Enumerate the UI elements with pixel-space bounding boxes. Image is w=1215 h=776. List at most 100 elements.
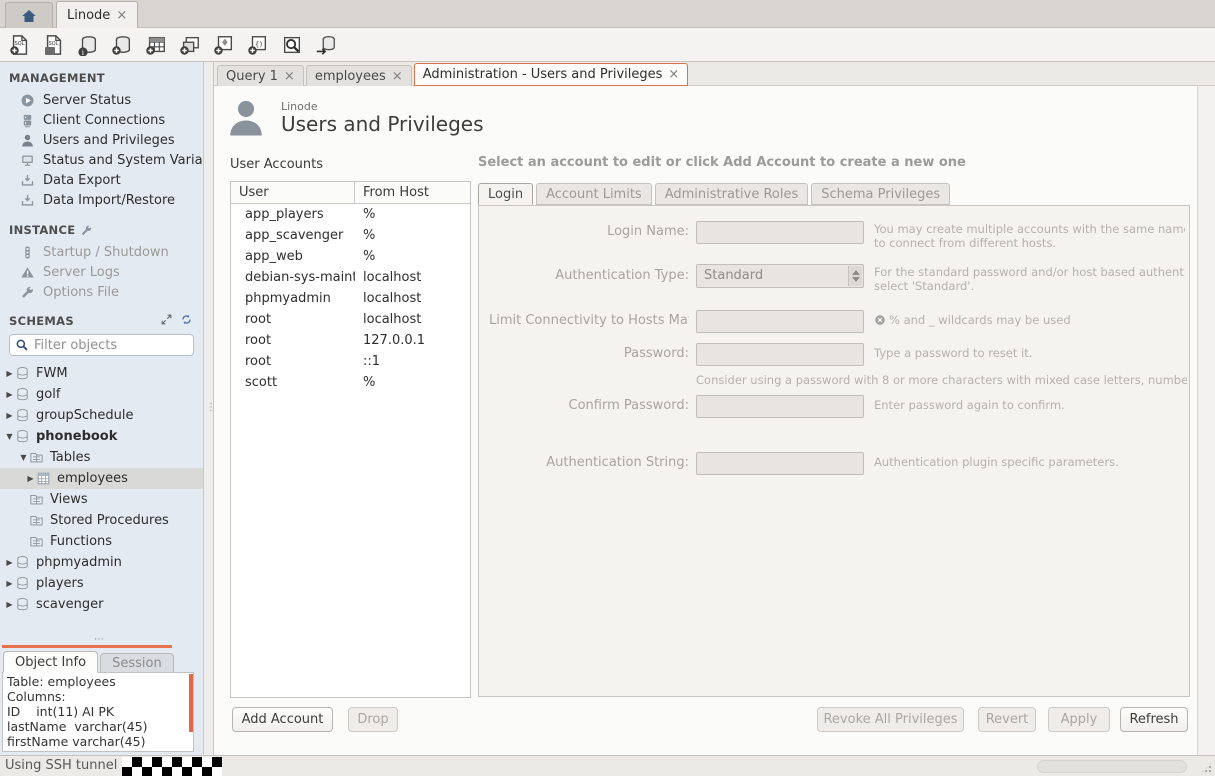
tab-account-limits: Account Limits — [536, 183, 652, 205]
tab-query-1[interactable]: Query 1× — [217, 65, 304, 86]
tab-session[interactable]: Session — [100, 653, 174, 673]
auth-type-value: Standard — [704, 268, 763, 283]
object-info-panel: Object Info Session Table: employeesColu… — [0, 645, 203, 755]
table-row[interactable]: root127.0.0.1 — [231, 330, 470, 351]
expand-schemas-icon[interactable] — [160, 313, 173, 326]
schema-tree-item-players[interactable]: ▶players — [0, 573, 203, 594]
reconnect-db-icon[interactable] — [312, 31, 339, 58]
table-row[interactable]: scott% — [231, 372, 470, 393]
expand-arrow-icon[interactable]: ▶ — [25, 474, 36, 483]
tree-item-label: phonebook — [36, 429, 117, 444]
expand-arrow-icon[interactable]: ▶ — [4, 600, 15, 609]
table-row[interactable]: rootlocalhost — [231, 309, 470, 330]
expand-arrow-icon[interactable]: ▶ — [4, 369, 15, 378]
table-create-icon[interactable] — [142, 31, 169, 58]
editor-tab-bar: Login Account Limits Administrative Role… — [478, 183, 953, 205]
schema-tree-item-fwm[interactable]: ▶FWM — [0, 363, 203, 384]
column-header-user[interactable]: User — [231, 182, 355, 203]
login-name-hint: You may create multiple accounts with th… — [874, 222, 1185, 250]
auth-type-label: Authentication Type: — [489, 268, 689, 283]
schema-tree-item-golf[interactable]: ▶golf — [0, 384, 203, 405]
main-scrollbar[interactable] — [1197, 86, 1215, 755]
document-tab-bar: Query 1× employees× Administration - Use… — [214, 62, 1215, 86]
schema-tree-item-phonebook[interactable]: ▼ phonebook — [0, 426, 203, 447]
sql-open-icon[interactable] — [40, 31, 67, 58]
refresh-schemas-icon[interactable] — [180, 313, 193, 326]
view-create-icon[interactable] — [176, 31, 203, 58]
procedure-create-icon[interactable] — [210, 31, 237, 58]
table-row[interactable]: app_scavenger% — [231, 225, 470, 246]
expand-arrow-icon[interactable]: ▶ — [4, 558, 15, 567]
tab-administration-users[interactable]: Administration - Users and Privileges× — [414, 63, 689, 86]
expand-arrow-icon[interactable]: ▶ — [4, 579, 15, 588]
table-row[interactable]: root::1 — [231, 351, 470, 372]
tab-administrative-roles: Administrative Roles — [655, 183, 809, 205]
object-info-scrollbar[interactable] — [189, 674, 193, 732]
resize-grip-icon[interactable] — [1200, 761, 1213, 774]
tab-label: Session — [112, 656, 162, 671]
auth-type-hint: For the standard password and/or host ba… — [874, 265, 1185, 293]
sidebar-item-server-status[interactable]: Server Status — [0, 90, 203, 110]
page-title: Users and Privileges — [281, 112, 484, 136]
close-icon[interactable]: × — [284, 69, 295, 84]
tree-item-label: Stored Procedures — [50, 513, 169, 528]
apply-button: Apply — [1048, 707, 1110, 732]
collapse-arrow-icon[interactable]: ▼ — [18, 453, 29, 462]
schema-tree-item-tables[interactable]: ▼Tables — [0, 447, 203, 468]
management-section-header: MANAGEMENT — [9, 71, 203, 85]
function-create-icon[interactable] — [244, 31, 271, 58]
collapse-arrow-icon[interactable]: ▼ — [4, 432, 15, 441]
close-icon[interactable]: × — [668, 67, 679, 82]
sidebar-item-data-export[interactable]: Data Export — [0, 170, 203, 190]
password-hint: Type a password to reset it. — [874, 346, 1185, 360]
close-icon[interactable]: × — [392, 69, 403, 84]
tab-object-info[interactable]: Object Info — [3, 651, 98, 673]
table-row[interactable]: phpmyadminlocalhost — [231, 288, 470, 309]
schema-filter-input[interactable] — [34, 338, 184, 353]
schema-tree-item-functions[interactable]: Functions — [0, 531, 203, 552]
column-header-from-host[interactable]: From Host — [355, 182, 429, 203]
schema-icon — [15, 429, 30, 444]
sidebar-item-client-connections[interactable]: Client Connections — [0, 110, 203, 130]
expand-arrow-icon[interactable]: ▶ — [4, 390, 15, 399]
search-data-icon[interactable] — [278, 31, 305, 58]
sidebar-item-system-variables[interactable]: Status and System Variables — [0, 150, 203, 170]
status-bar: Using SSH tunnel to — [0, 755, 1215, 776]
table-row[interactable]: app_web% — [231, 246, 470, 267]
schema-tree-item-phpmyadmin[interactable]: ▶phpmyadmin — [0, 552, 203, 573]
confirm-password-hint: Enter password again to confirm. — [874, 398, 1185, 412]
sql-new-icon[interactable] — [6, 31, 33, 58]
tab-login[interactable]: Login — [478, 183, 533, 205]
connection-tab[interactable]: Linode × — [56, 1, 138, 28]
table-row[interactable]: app_players% — [231, 204, 470, 225]
refresh-button[interactable]: Refresh — [1120, 707, 1188, 732]
schema-icon — [15, 597, 30, 612]
table-row[interactable]: debian-sys-maintlocalhost — [231, 267, 470, 288]
limit-hosts-label: Limit Connectivity to Hosts Matcl — [489, 313, 689, 328]
db-info-icon[interactable]: i — [74, 31, 101, 58]
schema-icon — [15, 576, 30, 591]
expand-arrow-icon[interactable]: ▶ — [4, 411, 15, 420]
schema-tree-item-stored-procedures[interactable]: Stored Procedures — [0, 510, 203, 531]
sidebar-splitter[interactable] — [203, 62, 214, 755]
close-icon[interactable]: × — [116, 8, 127, 23]
schema-tree-item-views[interactable]: Views — [0, 489, 203, 510]
home-icon — [20, 7, 38, 25]
sidebar-item-data-import[interactable]: Data Import/Restore — [0, 190, 203, 210]
confirm-password-label: Confirm Password: — [489, 398, 689, 413]
splitter-grip[interactable] — [94, 634, 105, 645]
home-tab[interactable] — [5, 2, 53, 28]
confirm-password-input — [696, 395, 864, 418]
connection-tab-label: Linode — [67, 8, 110, 23]
tree-item-label: employees — [57, 471, 128, 486]
add-account-button[interactable]: Add Account — [232, 707, 333, 732]
sidebar-item-label: Data Import/Restore — [43, 193, 175, 208]
schema-tree-item-groupschedule[interactable]: ▶groupSchedule — [0, 405, 203, 426]
tab-employees[interactable]: employees× — [306, 65, 412, 86]
schema-tree-item-employees[interactable]: ▶ employees — [0, 468, 203, 489]
schema-create-icon[interactable] — [108, 31, 135, 58]
schema-tree-item-scavenger[interactable]: ▶scavenger — [0, 594, 203, 615]
sidebar-item-users-privileges[interactable]: Users and Privileges — [0, 130, 203, 150]
data-export-icon — [20, 173, 35, 188]
tab-label: Account Limits — [546, 187, 642, 202]
